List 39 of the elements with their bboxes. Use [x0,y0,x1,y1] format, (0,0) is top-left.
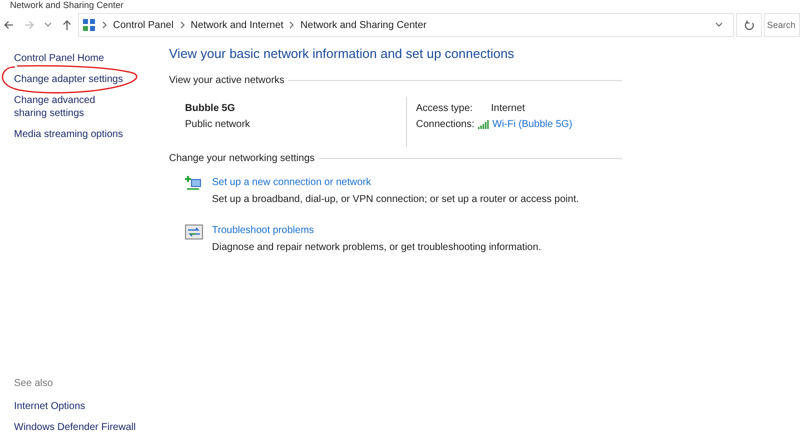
task-description: Diagnose and repair network problems, or get troubleshooting information. [212,240,542,254]
monitor-arrows-icon [185,224,203,240]
sidebar-link[interactable]: Internet Options [14,399,160,414]
chevron-icon [289,21,294,29]
network-plus-icon [185,176,203,192]
field-label: Access type: [416,102,474,116]
breadcrumb-item[interactable]: Network and Internet [190,18,284,32]
task-link[interactable]: Troubleshoot problems [212,222,542,238]
sidebar-link[interactable]: Windows Defender Firewall [14,420,160,435]
sidebar-link[interactable]: Control Panel Home [14,52,129,65]
sidebar-link[interactable]: Media streaming options [14,128,129,141]
chevron-icon [180,21,185,29]
control-panel-icon [82,18,96,32]
network-name: Bubble 5G [185,102,236,116]
up-arrow-icon[interactable] [62,20,72,30]
sidebar-link[interactable]: Change adapter settings [14,73,129,86]
refresh-button[interactable] [736,13,762,37]
field-value: Internet [491,102,525,116]
breadcrumb-item[interactable]: Control Panel [113,18,174,32]
sidebar-link[interactable]: Change advanced sharing settings [14,94,129,120]
breadcrumb-item[interactable]: Network and Sharing Center [300,18,427,32]
connection-link[interactable]: Wi-Fi (Bubble 5G) [492,116,572,132]
task-link[interactable]: Set up a new connection or network [212,174,579,190]
address-field[interactable]: Control Panel Network and Internet Network and Sharing Center [78,13,734,37]
section-label: Change your networking settings [169,152,315,166]
signal-bars-icon [478,120,490,129]
dropdown-caret-icon[interactable] [715,22,723,28]
chevron-icon [102,21,107,29]
field-label: Connections: [416,118,474,132]
section-label: View your active networks [169,74,284,88]
refresh-icon [744,20,754,30]
search-field[interactable]: Search [764,13,800,37]
back-arrow-icon[interactable] [4,20,14,30]
page-heading: View your basic network information and set up connections [169,45,516,63]
section-label: See also [14,377,54,391]
dropdown-caret-icon[interactable] [44,22,52,28]
task-description: Set up a broadband, dial-up, or VPN connection; or set up a router or access point. [212,192,579,206]
network-category: Public network [185,118,252,132]
window-title: Network and Sharing Center [9,0,125,11]
